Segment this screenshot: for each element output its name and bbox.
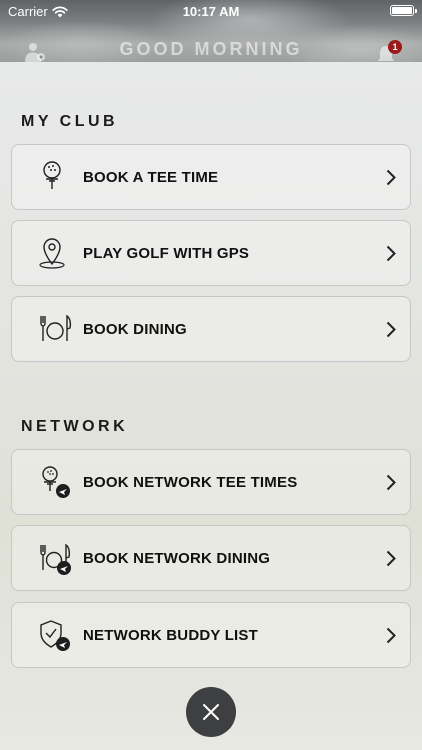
battery-icon bbox=[390, 5, 417, 16]
section-title-my-club: MY CLUB bbox=[21, 113, 119, 130]
chevron-right-icon bbox=[386, 550, 396, 567]
chevron-right-icon bbox=[386, 169, 396, 186]
book-network-tee-times-button[interactable]: BOOK NETWORK TEE TIMES bbox=[11, 449, 411, 515]
card-label: BOOK NETWORK DINING bbox=[83, 549, 271, 567]
close-icon bbox=[203, 704, 219, 720]
close-button[interactable] bbox=[186, 687, 236, 737]
greeting-title: GOOD MORNING bbox=[119, 39, 303, 59]
card-label: BOOK NETWORK TEE TIMES bbox=[83, 473, 298, 491]
card-label: PLAY GOLF WITH GPS bbox=[83, 244, 250, 262]
map-pin-icon bbox=[39, 238, 65, 269]
chevron-right-icon bbox=[386, 321, 396, 338]
chevron-right-icon bbox=[386, 627, 396, 644]
chevron-right-icon bbox=[386, 245, 396, 262]
play-golf-gps-button[interactable]: PLAY GOLF WITH GPS bbox=[11, 220, 411, 286]
profile-settings-icon[interactable] bbox=[24, 42, 48, 62]
section-title-network: NETWORK bbox=[21, 418, 129, 435]
dining-icon bbox=[40, 314, 72, 341]
book-tee-time-button[interactable]: BOOK A TEE TIME bbox=[11, 144, 411, 210]
book-dining-button[interactable]: BOOK DINING bbox=[11, 296, 411, 362]
card-label: BOOK A TEE TIME bbox=[83, 168, 219, 186]
header: Carrier 10:17 AM GOOD MORNING 1 bbox=[0, 0, 422, 62]
chevron-right-icon bbox=[386, 474, 396, 491]
golf-ball-tee-icon bbox=[43, 161, 61, 189]
golf-ball-tee-plane-icon bbox=[42, 466, 70, 498]
book-network-dining-button[interactable]: BOOK NETWORK DINING bbox=[11, 525, 411, 591]
status-time: 10:17 AM bbox=[182, 4, 240, 19]
notification-badge: 1 bbox=[388, 40, 402, 54]
dining-plane-icon bbox=[40, 543, 71, 575]
card-label: BOOK DINING bbox=[83, 320, 187, 338]
notifications-button[interactable]: 1 bbox=[377, 40, 403, 62]
shield-check-plane-icon bbox=[40, 620, 70, 651]
card-label: NETWORK BUDDY LIST bbox=[83, 626, 258, 644]
network-buddy-list-button[interactable]: NETWORK BUDDY LIST bbox=[11, 602, 411, 668]
